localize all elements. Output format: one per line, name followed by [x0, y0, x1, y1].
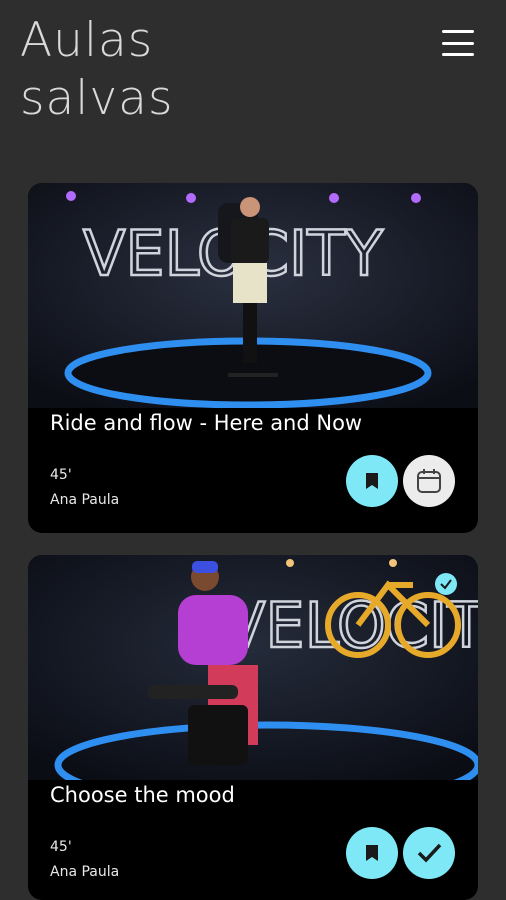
class-instructor: Ana Paula — [50, 864, 120, 880]
class-duration: 45' — [50, 839, 72, 855]
completed-badge — [435, 573, 457, 595]
save-button[interactable] — [346, 827, 398, 879]
header: Aulas salvas — [0, 0, 506, 150]
class-thumbnail[interactable]: VELOCITY — [28, 183, 478, 408]
checkmark-icon — [440, 579, 452, 590]
class-card[interactable]: VELOCITY Choose the mood 45' Ana Paula — [28, 555, 478, 900]
done-button[interactable] — [403, 827, 455, 879]
class-card[interactable]: VELOCITY Ride and flow - Here and Now 45… — [28, 183, 478, 533]
class-thumbnail[interactable]: VELOCITY — [28, 555, 478, 780]
checkmark-icon — [417, 843, 442, 863]
class-title: Choose the mood — [50, 783, 235, 807]
class-title: Ride and flow - Here and Now — [50, 411, 363, 435]
save-button[interactable] — [346, 455, 398, 507]
bookmark-icon — [366, 845, 378, 861]
hamburger-menu-icon[interactable] — [442, 30, 474, 56]
page-title: Aulas salvas — [20, 13, 174, 126]
bookmark-icon — [366, 473, 378, 489]
class-instructor: Ana Paula — [50, 492, 120, 508]
calendar-icon — [417, 469, 441, 493]
schedule-button[interactable] — [403, 455, 455, 507]
class-duration: 45' — [50, 467, 72, 483]
